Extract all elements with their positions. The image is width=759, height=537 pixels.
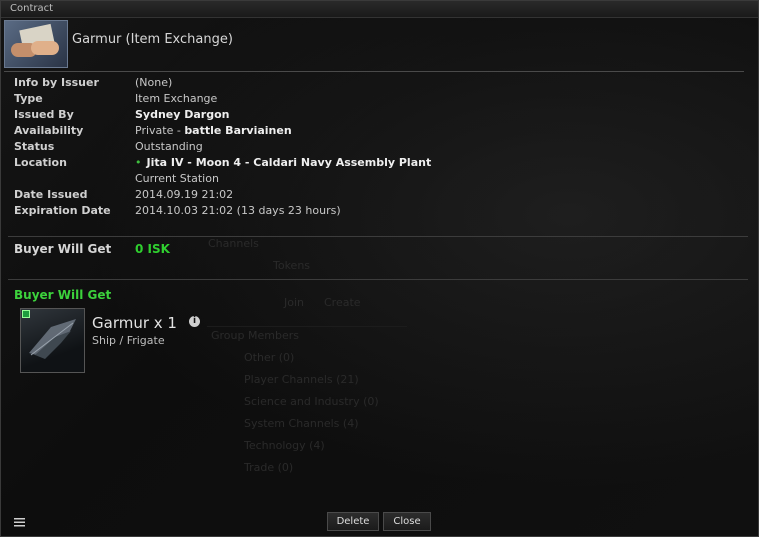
ship-icon <box>29 319 76 359</box>
ghost-item: Player Channels (21) <box>244 373 359 386</box>
item-thumbnail[interactable] <box>20 308 85 373</box>
info-label: Issued By <box>14 108 74 121</box>
info-value: 2014.09.19 21:02 <box>135 188 234 201</box>
issuer-link[interactable]: Sydney Dargon <box>135 108 230 121</box>
info-value: Current Station <box>135 172 219 185</box>
divider <box>4 71 744 72</box>
info-label: Info by Issuer <box>14 76 99 89</box>
buyer-items-label: Buyer Will Get <box>14 288 112 302</box>
ghost-create: Create <box>324 296 361 309</box>
info-value: Outstanding <box>135 140 203 153</box>
hamburger-menu-icon[interactable] <box>14 516 25 530</box>
item-marker-icon <box>22 310 30 318</box>
divider <box>8 236 748 237</box>
location-dot-icon: • <box>135 156 142 169</box>
ghost-item: System Channels (4) <box>244 417 359 430</box>
title-bar[interactable]: Contract <box>1 1 758 18</box>
item-category: Ship / Frigate <box>92 334 165 347</box>
availability-value: Private - battle Barviainen <box>135 124 292 137</box>
contract-window: Channels Tokens Join Create Group Member… <box>0 0 759 537</box>
ghost-divider <box>207 326 407 327</box>
ghost-item: Technology (4) <box>244 439 325 452</box>
delete-button[interactable]: Delete <box>327 512 379 531</box>
divider <box>8 279 748 280</box>
info-icon[interactable]: i <box>189 316 200 327</box>
buyer-isk-value: 0 ISK <box>135 242 170 256</box>
ghost-join: Join <box>284 296 305 309</box>
availability-target-link[interactable]: battle Barviainen <box>184 124 291 137</box>
buyer-isk-label: Buyer Will Get <box>14 242 112 256</box>
info-label: Location <box>14 156 67 169</box>
ghost-item: Trade (0) <box>244 461 294 474</box>
ghost-item: Other (0) <box>244 351 295 364</box>
ghost-tokens: Tokens <box>273 259 311 272</box>
info-label: Availability <box>14 124 84 137</box>
close-button[interactable]: Close <box>383 512 431 531</box>
contract-handshake-icon <box>4 20 68 68</box>
window-title: Contract <box>10 3 54 14</box>
ghost-item: Science and Industry (0) <box>244 395 379 408</box>
ghost-channels: Channels <box>208 237 259 250</box>
info-label: Type <box>14 92 43 105</box>
location-link[interactable]: • Jita IV - Moon 4 - Caldari Navy Assembl… <box>135 156 431 169</box>
item-name[interactable]: Garmur x 1 <box>92 314 177 332</box>
info-label: Expiration Date <box>14 204 111 217</box>
info-label: Date Issued <box>14 188 88 201</box>
info-label: Status <box>14 140 55 153</box>
contract-title: Garmur (Item Exchange) <box>72 32 233 47</box>
info-value: 2014.10.03 21:02 (13 days 23 hours) <box>135 204 341 217</box>
ghost-group: Group Members <box>211 329 299 342</box>
info-value: (None) <box>135 76 173 89</box>
info-value: Item Exchange <box>135 92 218 105</box>
